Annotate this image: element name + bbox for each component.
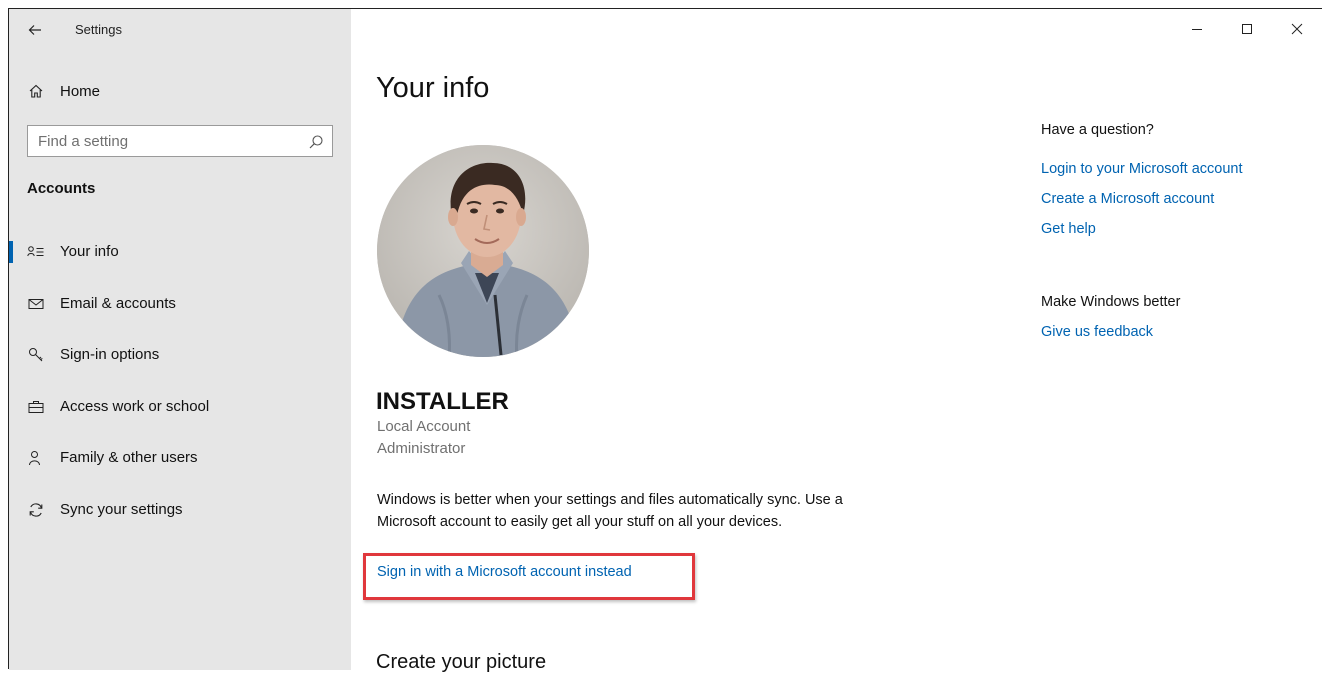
maximize-icon — [1242, 24, 1252, 34]
search-input[interactable] — [38, 131, 298, 151]
section-heading-accounts: Accounts — [27, 180, 96, 197]
make-windows-better-heading: Make Windows better — [1041, 294, 1181, 310]
sidebar: Settings Home Accounts — [9, 9, 351, 670]
settings-window: Settings Home Accounts — [8, 8, 1322, 673]
sidebar-item-sync-settings[interactable]: Sync your settings — [9, 495, 351, 547]
maximize-button[interactable] — [1222, 9, 1272, 49]
main-content: Your info INSTALLER Local Account Admini… — [351, 9, 1322, 673]
account-role: Administrator — [377, 440, 466, 457]
title-bar: Settings — [9, 9, 351, 49]
create-microsoft-account-link[interactable]: Create a Microsoft account — [1041, 191, 1214, 207]
sidebar-item-family-users[interactable]: Family & other users — [9, 443, 351, 495]
sidebar-item-home[interactable]: Home — [9, 77, 351, 105]
minimize-icon — [1192, 29, 1202, 30]
sync-icon — [27, 501, 45, 519]
sidebar-item-label: Sync your settings — [60, 500, 183, 518]
get-help-link[interactable]: Get help — [1041, 221, 1096, 237]
mail-icon — [27, 295, 45, 313]
page-title: Your info — [376, 72, 490, 104]
sidebar-item-access-work[interactable]: Access work or school — [9, 392, 351, 444]
sidebar-item-sign-in-options[interactable]: Sign-in options — [9, 340, 351, 392]
window-controls — [1172, 9, 1322, 49]
back-button[interactable] — [21, 18, 49, 42]
sidebar-item-label: Email & accounts — [60, 294, 176, 312]
person-add-icon — [27, 449, 45, 467]
user-name: INSTALLER — [376, 388, 509, 415]
avatar — [377, 145, 589, 357]
sidebar-item-label: Your info — [60, 243, 119, 260]
give-feedback-link[interactable]: Give us feedback — [1041, 324, 1153, 340]
key-icon — [27, 346, 45, 364]
sign-in-microsoft-link[interactable]: Sign in with a Microsoft account instead — [377, 564, 632, 580]
profile-photo — [377, 145, 589, 357]
login-microsoft-account-link[interactable]: Login to your Microsoft account — [1041, 161, 1243, 177]
sidebar-item-label: Family & other users — [60, 449, 198, 466]
home-label: Home — [60, 82, 101, 100]
search-box[interactable] — [27, 125, 333, 157]
close-icon — [1291, 23, 1303, 35]
close-button[interactable] — [1272, 9, 1322, 49]
sidebar-item-label: Sign-in options — [60, 346, 160, 363]
sidebar-item-label: Access work or school — [60, 397, 210, 415]
minimize-button[interactable] — [1172, 9, 1222, 49]
person-info-icon — [27, 243, 45, 261]
active-indicator — [9, 241, 13, 263]
account-type: Local Account — [377, 418, 471, 435]
sidebar-item-your-info[interactable]: Your info — [9, 237, 351, 289]
search-icon[interactable] — [308, 134, 324, 150]
outer-margin — [0, 0, 8, 669]
sync-message: Windows is better when your settings and… — [377, 492, 843, 530]
sidebar-nav: Your info Email & accounts Sign-in optio… — [9, 237, 351, 546]
sidebar-item-email-accounts[interactable]: Email & accounts — [9, 289, 351, 341]
create-picture-heading: Create your picture — [376, 651, 547, 673]
back-arrow-icon — [28, 25, 41, 35]
home-icon — [27, 82, 45, 100]
app-title: Settings — [75, 22, 122, 37]
help-question-heading: Have a question? — [1041, 122, 1154, 138]
briefcase-icon — [27, 398, 45, 416]
